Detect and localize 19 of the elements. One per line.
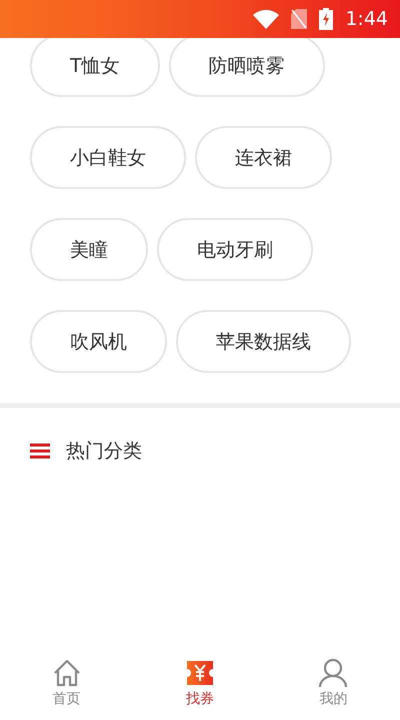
battery-charging-icon: [319, 8, 334, 30]
tag-chip[interactable]: 苹果数据线: [176, 310, 351, 373]
tag-chip[interactable]: T恤女: [30, 38, 160, 97]
person-icon: [317, 658, 350, 688]
tag-chip[interactable]: 连衣裙: [195, 126, 332, 189]
tab[interactable]: 找券: [133, 654, 267, 720]
tab[interactable]: 首页: [0, 654, 134, 720]
tab[interactable]: 我的: [266, 654, 400, 720]
status-time: 1:44: [345, 8, 388, 30]
wifi-icon: [253, 9, 280, 29]
tag-chip[interactable]: 吹风机: [30, 310, 167, 373]
tag-chip[interactable]: 美瞳: [30, 218, 148, 281]
tag-chip[interactable]: 防晒喷雾: [168, 38, 325, 97]
list-icon: [30, 443, 50, 459]
ticket-icon: [184, 658, 215, 688]
section-title: 热门分类: [66, 439, 142, 464]
no-sim-icon: [291, 9, 308, 29]
tag-chip[interactable]: 电动牙刷: [157, 218, 313, 281]
tag-chip[interactable]: 小白鞋女: [30, 126, 186, 189]
